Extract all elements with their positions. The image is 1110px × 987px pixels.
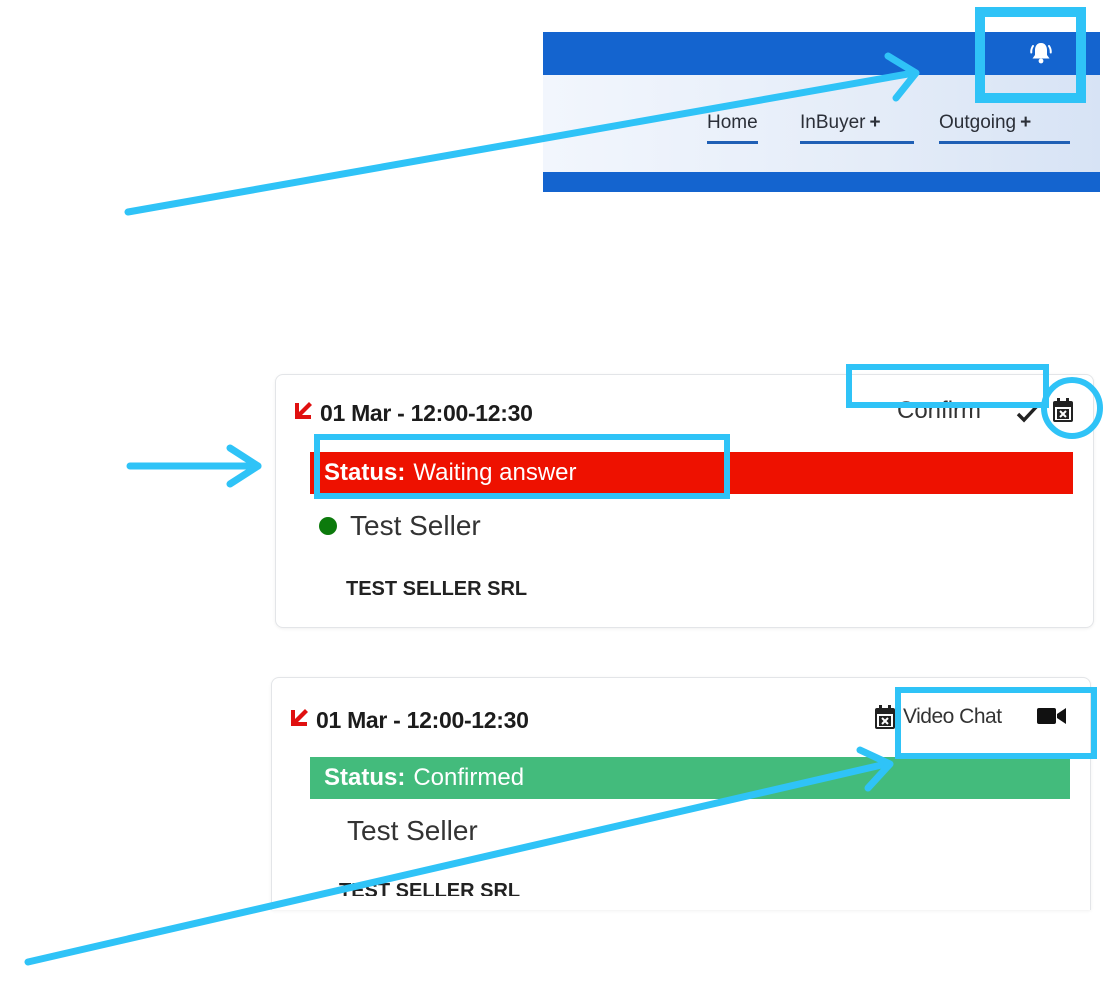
highlight-box-video-chat bbox=[895, 687, 1097, 759]
annotation-overlay bbox=[24, 7, 1103, 966]
arrow-line bbox=[24, 760, 890, 966]
arrow-line bbox=[124, 70, 912, 216]
highlight-box-confirm bbox=[846, 364, 1049, 408]
highlight-box-bell bbox=[975, 7, 1086, 103]
highlight-box-status bbox=[314, 434, 730, 499]
highlight-circle-calendar bbox=[1041, 377, 1103, 439]
